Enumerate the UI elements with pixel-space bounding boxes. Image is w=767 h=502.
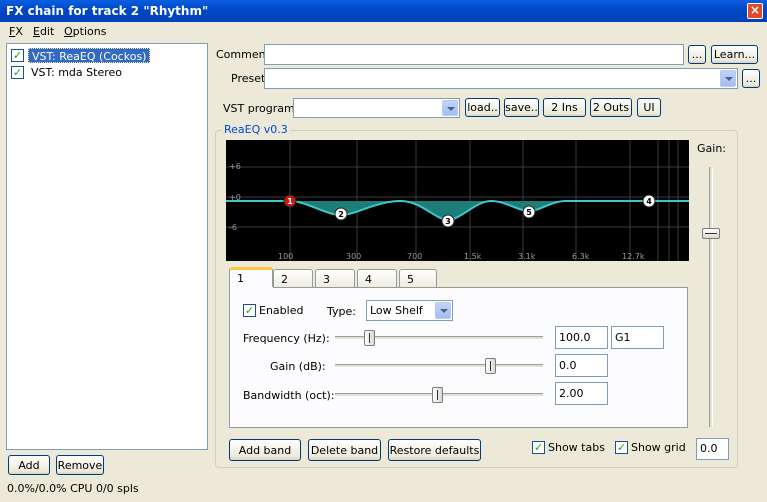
enabled-checkbox[interactable]: ✓ xyxy=(243,304,256,317)
eq-band-node-label: 4 xyxy=(646,197,652,206)
menu-options[interactable]: Options xyxy=(64,25,106,38)
chevron-down-icon[interactable] xyxy=(720,70,736,87)
bandwidth-input[interactable]: 2.00 xyxy=(555,382,608,405)
fx-item-mda-stereo[interactable]: ✓ VST: mda Stereo xyxy=(10,65,206,80)
eq-freq-label: 3.1k xyxy=(518,252,536,261)
menu-bar: FX Edit Options xyxy=(0,22,767,41)
show-grid-label: Show grid xyxy=(631,441,686,454)
vst-program-label: VST program: xyxy=(223,102,299,115)
comment-input[interactable] xyxy=(264,44,684,65)
delete-band-button[interactable]: Delete band xyxy=(308,439,381,461)
load-button[interactable]: load.. xyxy=(465,98,500,117)
learn-button[interactable]: Learn... xyxy=(711,45,758,64)
chevron-down-icon[interactable] xyxy=(435,302,451,319)
preset-select[interactable] xyxy=(264,68,738,89)
eq-band-node-label: 1 xyxy=(287,197,293,206)
vst-program-select[interactable] xyxy=(293,98,460,118)
eq-freq-label: 100 xyxy=(278,252,293,261)
gain-value-input[interactable]: 0.0 xyxy=(696,438,729,460)
fx-item-label: VST: ReaEQ (Cockos) xyxy=(28,48,151,63)
save-button[interactable]: save.. xyxy=(504,98,539,117)
type-select[interactable]: Low Shelf xyxy=(366,300,453,321)
eq-freq-label: 300 xyxy=(346,252,361,261)
type-label: Type: xyxy=(327,305,356,318)
fx-item-reaeq[interactable]: ✓ VST: ReaEQ (Cockos) xyxy=(10,48,206,63)
outs-button[interactable]: 2 Outs xyxy=(590,98,632,117)
remove-fx-button[interactable]: Remove xyxy=(56,455,104,475)
fx-enable-checkbox[interactable]: ✓ xyxy=(11,66,24,79)
cpu-status: 0.0%/0.0% CPU 0/0 spls xyxy=(7,482,139,495)
plugin-title: ReaEQ v0.3 xyxy=(222,123,290,136)
eq-band-node-label: 5 xyxy=(526,208,532,217)
gain-db-input[interactable]: 0.0 xyxy=(555,354,608,377)
show-grid-checkbox[interactable]: ✓ xyxy=(615,441,628,454)
bandwidth-label: Bandwidth (oct): xyxy=(243,389,335,402)
eq-db-label: -6 xyxy=(229,223,237,232)
eq-freq-label: 6.3k xyxy=(572,252,590,261)
enabled-label: Enabled xyxy=(259,304,304,317)
fx-enable-checkbox[interactable]: ✓ xyxy=(11,49,24,62)
preset-more-button[interactable]: ... xyxy=(742,69,760,88)
gain-db-slider-handle[interactable] xyxy=(485,358,496,374)
restore-defaults-button[interactable]: Restore defaults xyxy=(388,439,481,461)
close-icon[interactable]: × xyxy=(747,3,763,19)
gain-slider-handle[interactable] xyxy=(702,228,720,239)
chevron-down-icon[interactable] xyxy=(442,100,458,116)
menu-fx[interactable]: FX xyxy=(9,25,23,38)
eq-graph[interactable]: +6 +0 -6 100 300 700 1.5k 3.1k 6.3k 12.7k 12345 xyxy=(226,140,689,261)
gain-slider-track[interactable] xyxy=(709,167,713,427)
gain-label: Gain: xyxy=(697,142,726,155)
menu-edit[interactable]: Edit xyxy=(33,25,54,38)
eq-db-label: +6 xyxy=(229,162,241,171)
add-fx-button[interactable]: Add xyxy=(8,455,50,475)
show-tabs-checkbox[interactable]: ✓ xyxy=(532,441,545,454)
ui-button[interactable]: UI xyxy=(637,98,661,117)
eq-freq-label: 12.7k xyxy=(622,252,645,261)
eq-band-node-label: 3 xyxy=(445,217,451,226)
eq-freq-label: 1.5k xyxy=(464,252,482,261)
eq-band-node-label: 2 xyxy=(338,210,344,219)
fx-list[interactable]: ✓ VST: ReaEQ (Cockos) ✓ VST: mda Stereo xyxy=(6,43,208,450)
eq-freq-label: 700 xyxy=(407,252,422,261)
frequency-slider-handle[interactable] xyxy=(364,330,375,346)
frequency-input[interactable]: 100.0 xyxy=(555,326,608,349)
fx-item-label: VST: mda Stereo xyxy=(31,66,122,79)
note-input[interactable]: G1 xyxy=(611,326,664,349)
frequency-label: Frequency (Hz): xyxy=(243,332,330,345)
window-title: FX chain for track 2 "Rhythm" xyxy=(0,0,767,22)
bandwidth-slider-handle[interactable] xyxy=(432,387,443,403)
gain-db-slider-track[interactable] xyxy=(335,364,543,368)
ins-button[interactable]: 2 Ins xyxy=(543,98,586,117)
gain-db-label: Gain (dB): xyxy=(270,360,326,373)
add-band-button[interactable]: Add band xyxy=(229,439,301,461)
show-tabs-label: Show tabs xyxy=(548,441,605,454)
tab-join xyxy=(230,287,273,289)
eq-graph-svg[interactable]: +6+0-6 100 300 700 1.5k 3.1k 6.3k 12.7k 12345 xyxy=(226,140,689,261)
comment-more-button[interactable]: ... xyxy=(688,45,706,64)
